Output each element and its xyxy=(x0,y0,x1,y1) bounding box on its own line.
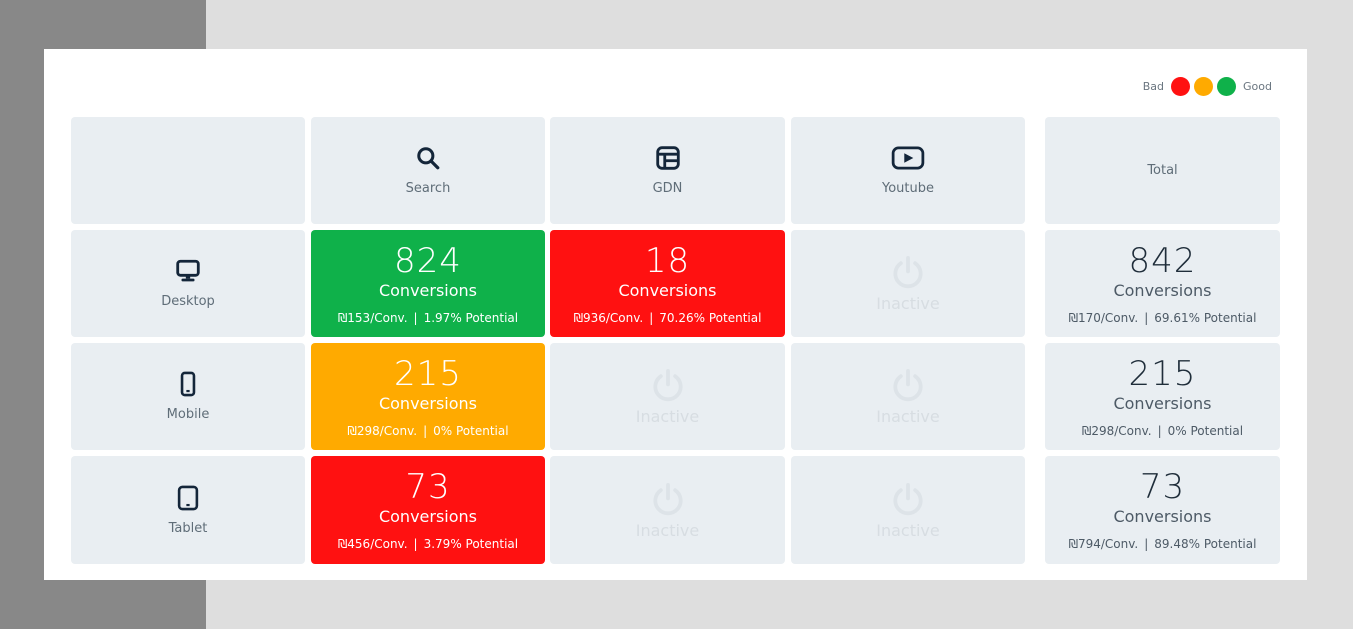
separator: | xyxy=(1157,423,1162,438)
legend-good-dot xyxy=(1217,77,1237,96)
search-icon xyxy=(415,145,441,171)
metric-cell-mobile-search[interactable]: 215 Conversions ₪298/Conv. | 0% Potential xyxy=(311,343,545,450)
column-header-youtube[interactable]: Youtube xyxy=(791,117,1025,224)
inactive-label: Inactive xyxy=(635,407,700,426)
inactive-label: Inactive xyxy=(876,407,940,426)
cost-per-conversion: ₪794/Conv. xyxy=(1068,537,1139,551)
potential: 3.79% Potential xyxy=(423,537,519,551)
potential: 0% Potential xyxy=(1167,423,1244,438)
potential: 0% Potential xyxy=(433,423,509,438)
legend-bad-dot xyxy=(1171,77,1191,96)
cost-per-conversion: ₪298/Conv. xyxy=(1081,423,1152,438)
conversions-value: 824 xyxy=(394,240,462,281)
column-header-gdn[interactable]: GDN xyxy=(550,117,785,224)
conversions-label: Conversions xyxy=(378,507,478,526)
conversions-label: Conversions xyxy=(378,393,478,413)
cost-per-conversion: ₪298/Conv. xyxy=(347,423,418,438)
column-label: GDN xyxy=(652,181,683,196)
total-cell-mobile: 215 Conversions ₪298/Conv. | 0% Potential xyxy=(1045,343,1280,450)
conversions-value: 73 xyxy=(405,467,451,507)
cost-per-conversion: ₪153/Conv. xyxy=(337,310,408,325)
cost-per-conversion: ₪936/Conv. xyxy=(573,310,644,325)
potential: 69.61% Potential xyxy=(1154,310,1257,325)
cost-per-conversion: ₪456/Conv. xyxy=(337,537,408,551)
power-icon xyxy=(889,254,927,292)
legend-good-label: Good xyxy=(1243,80,1272,93)
corner-cell xyxy=(71,117,305,224)
separator: | xyxy=(1144,537,1149,551)
power-icon xyxy=(649,367,687,405)
conversions-label: Conversions xyxy=(618,280,717,300)
metric-cell-mobile-youtube-inactive: Inactive xyxy=(791,343,1025,450)
legend: Bad Good xyxy=(1140,77,1275,96)
total-cell-tablet: 73 Conversions ₪794/Conv. | 89.48% Potenti… xyxy=(1045,456,1280,564)
conversions-value: 215 xyxy=(1128,353,1197,394)
separator: | xyxy=(1144,310,1149,325)
cost-per-conversion: ₪170/Conv. xyxy=(1068,310,1139,325)
inactive-label: Inactive xyxy=(635,520,700,540)
power-icon xyxy=(889,481,927,519)
row-label: Desktop xyxy=(161,294,215,309)
column-label: Youtube xyxy=(882,181,934,196)
separator: | xyxy=(649,310,654,325)
row-header-mobile[interactable]: Mobile xyxy=(71,343,305,450)
legend-bad-label: Bad xyxy=(1142,80,1165,93)
separator: | xyxy=(423,423,428,438)
metric-cell-desktop-gdn[interactable]: 18 Conversions ₪936/Conv. | 70.26% Potenti… xyxy=(550,230,785,337)
potential: 89.48% Potential xyxy=(1154,537,1257,551)
row-header-desktop[interactable]: Desktop xyxy=(71,230,305,337)
row-header-tablet[interactable]: Tablet xyxy=(71,456,305,564)
layout-icon xyxy=(655,145,681,171)
column-header-total: Total xyxy=(1045,117,1280,224)
inactive-label: Inactive xyxy=(876,294,940,313)
metric-cell-desktop-youtube-inactive: Inactive xyxy=(791,230,1025,337)
conversions-value: 18 xyxy=(644,240,691,281)
conversions-value: 215 xyxy=(394,353,462,394)
column-header-search[interactable]: Search xyxy=(311,117,545,224)
separator: | xyxy=(413,310,418,325)
total-cell-desktop: 842 Conversions ₪170/Conv. | 69.61% Potent… xyxy=(1045,230,1280,337)
metric-cell-tablet-youtube-inactive: Inactive xyxy=(791,456,1025,564)
potential: 1.97% Potential xyxy=(423,310,519,325)
potential: 70.26% Potential xyxy=(659,310,762,325)
conversions-label: Conversions xyxy=(1113,507,1212,526)
youtube-play-icon xyxy=(891,145,925,171)
conversions-label: Conversions xyxy=(1113,280,1212,300)
metric-cell-tablet-gdn-inactive: Inactive xyxy=(550,456,785,564)
row-label: Mobile xyxy=(166,407,210,422)
mobile-icon xyxy=(175,371,201,397)
metric-cell-desktop-search[interactable]: 824 Conversions ₪153/Conv. | 1.97% Potenti… xyxy=(311,230,545,337)
column-label: Search xyxy=(405,181,451,196)
conversions-label: Conversions xyxy=(1113,393,1212,413)
metric-cell-mobile-gdn-inactive: Inactive xyxy=(550,343,785,450)
separator: | xyxy=(413,537,418,551)
inactive-label: Inactive xyxy=(876,520,940,540)
conversions-value: 73 xyxy=(1139,467,1186,507)
total-header-label: Total xyxy=(1147,163,1178,178)
power-icon xyxy=(889,367,927,405)
conversions-label: Conversions xyxy=(378,280,478,300)
tablet-icon xyxy=(175,485,201,511)
power-icon xyxy=(649,481,687,519)
desktop-icon xyxy=(175,258,201,284)
row-label: Tablet xyxy=(168,520,208,536)
metric-cell-tablet-search[interactable]: 73 Conversions ₪456/Conv. | 3.79% Potentia… xyxy=(311,456,545,564)
conversions-value: 842 xyxy=(1128,240,1197,281)
legend-mid-dot xyxy=(1194,77,1214,96)
